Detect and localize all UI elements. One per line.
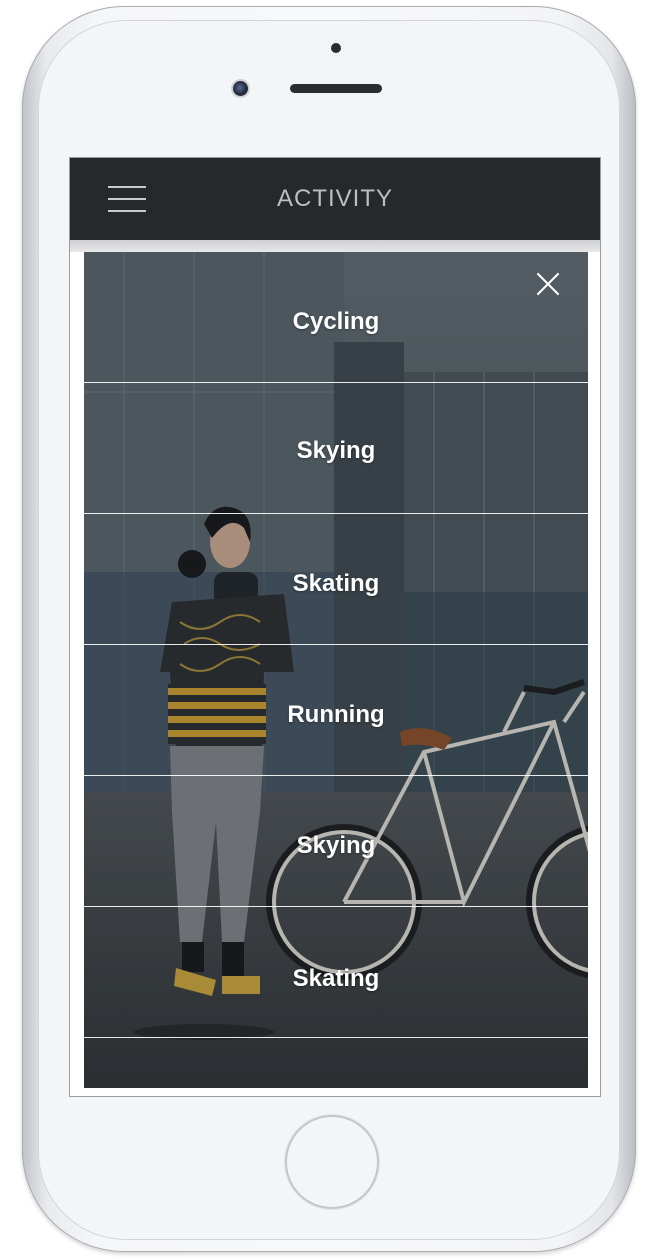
menu-item-label: Skying bbox=[296, 832, 376, 859]
front-camera-icon bbox=[233, 81, 248, 96]
menu-item-skating[interactable]: Skating bbox=[84, 514, 588, 645]
menu-item-running[interactable]: Running bbox=[84, 645, 588, 776]
earpiece-speaker bbox=[290, 84, 382, 93]
app-header: ACTIVITY bbox=[70, 158, 600, 240]
menu-item-skying[interactable]: Skying bbox=[84, 383, 588, 514]
menu-item-label: Skating bbox=[292, 570, 380, 597]
menu-item-skying-2[interactable]: Skying bbox=[84, 776, 588, 907]
home-button bbox=[285, 1115, 379, 1209]
proximity-sensor bbox=[331, 43, 341, 53]
header-divider bbox=[70, 240, 600, 252]
menu-item-label: Running bbox=[287, 701, 385, 728]
menu-item-label: Cycling bbox=[292, 308, 380, 335]
menu-item-cycling[interactable]: Cycling bbox=[84, 252, 588, 383]
phone-screen: ACTIVITY Cycling Skying Skating Running … bbox=[70, 158, 600, 1096]
page-title: ACTIVITY bbox=[276, 185, 393, 212]
menu-item-label: Skating bbox=[292, 965, 380, 992]
mockup-stage: ACTIVITY Cycling Skying Skating Running … bbox=[0, 0, 657, 1259]
menu-item-skating-2[interactable]: Skating bbox=[84, 907, 588, 1038]
menu-item-label: Skying bbox=[296, 437, 376, 464]
activity-menu-overlay: Cycling Skying Skating Running Skying Sk… bbox=[84, 252, 588, 1088]
